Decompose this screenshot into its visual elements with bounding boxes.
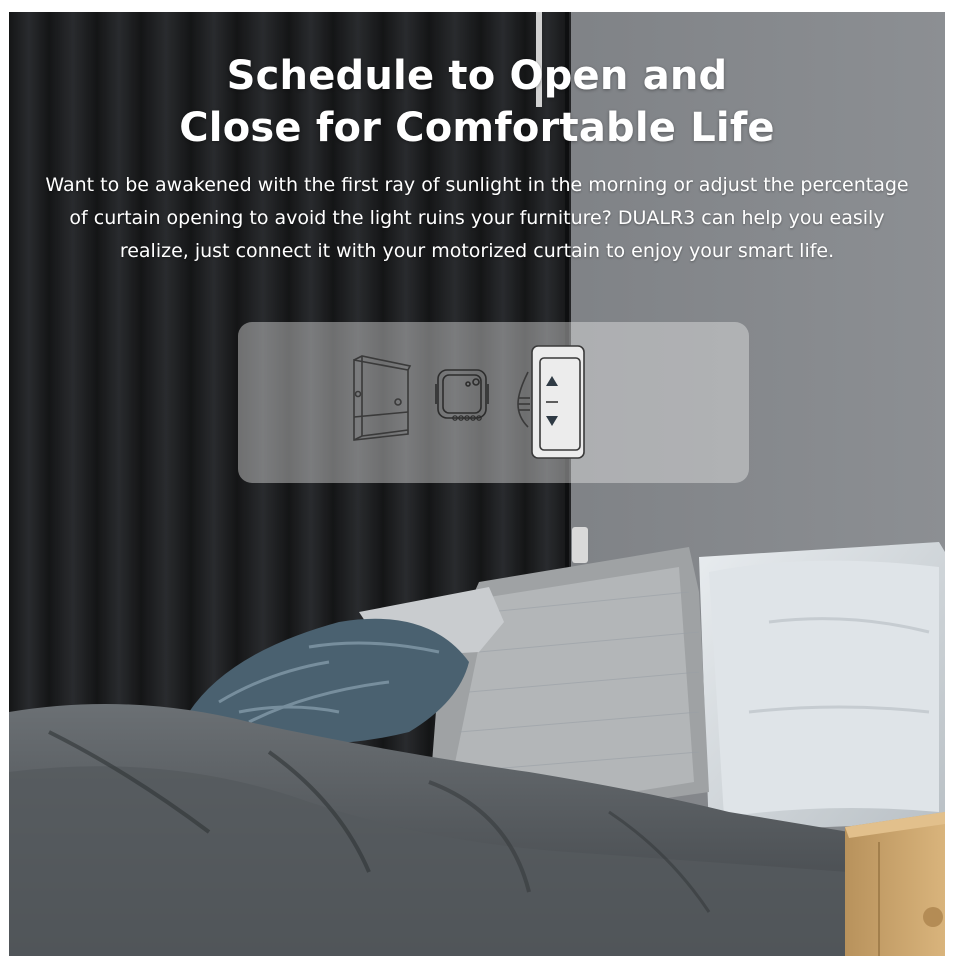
hero-title-line-1: Schedule to Open and — [226, 53, 728, 99]
hero-banner: Schedule to Open and Close for Comfortab… — [9, 12, 945, 956]
installation-diagram-panel — [238, 322, 749, 483]
hero-title: Schedule to Open and Close for Comfortab… — [9, 50, 945, 154]
hero-title-line-2: Close for Comfortable Life — [179, 105, 775, 151]
installation-diagram — [353, 345, 585, 459]
hero-description: Want to be awakened with the first ray o… — [45, 174, 909, 262]
switch-module-icon — [435, 369, 489, 421]
curtain-switch-icon — [517, 345, 585, 459]
wall-box-icon — [353, 355, 412, 441]
